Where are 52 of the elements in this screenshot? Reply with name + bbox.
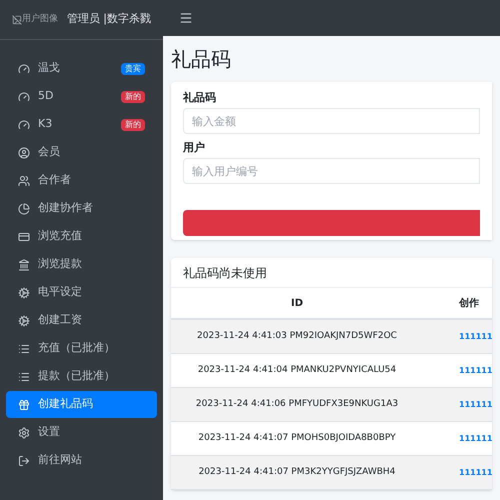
users-icon (18, 174, 30, 186)
badge: 贵宾 (121, 62, 145, 74)
sidebar-item[interactable]: 浏览提款 (6, 251, 157, 278)
input-field[interactable]: 输入用户编号 (183, 158, 480, 184)
gears-icon (18, 286, 30, 298)
table-cell-text: 2023-11-24 4:41:07 PMOHS0BJOIDA8B0BPY (197, 432, 397, 445)
badge: 新的 (121, 118, 145, 130)
sidebar-item[interactable]: 前往网站 (6, 447, 157, 474)
field-label: 礼品码 (183, 90, 217, 106)
pie-chart-icon (18, 202, 30, 214)
creator-link[interactable]: 111111 (423, 432, 492, 444)
user-circle-icon (18, 146, 30, 158)
gauge-icon (18, 118, 30, 130)
brand-title: 管理员 |数字杀戮 (66, 11, 151, 28)
table-cell-text: 2023-11-24 4:41:07 PM3K2YYGFJSJZAWBH4 (198, 466, 396, 479)
input-field[interactable]: 输入金额 (183, 108, 480, 134)
broken-logo-image: 用户图像 (12, 12, 59, 26)
sidebar-item[interactable]: 充值（已批准） (6, 335, 157, 362)
gift-icon (18, 398, 30, 410)
sidebar-item[interactable]: 浏览充值 (6, 223, 157, 250)
sidebar-item[interactable]: 5D 新的 (6, 83, 157, 110)
sidebar-item[interactable]: K3 新的 (6, 111, 157, 138)
logout-icon (18, 454, 30, 466)
creator-link[interactable]: 111111 (423, 466, 492, 478)
gauge-icon (18, 62, 30, 74)
creator-link[interactable]: 111111 (423, 364, 492, 376)
bank-icon (18, 258, 30, 270)
sidebar-item[interactable]: 电平设定 (6, 279, 157, 306)
sidebar-item[interactable]: 提款（已批准） (6, 363, 157, 390)
creator-link[interactable]: 111111 (423, 330, 492, 342)
sidebar-item[interactable]: 创建礼品码 (6, 391, 157, 418)
column-header: 创作 (458, 296, 480, 310)
table-cell-text: 2023-11-24 4:41:04 PMANKU2PVNYICALU54 (196, 364, 398, 377)
sidebar-item[interactable]: 创建协作者 (6, 195, 157, 222)
badge: 新的 (121, 90, 145, 102)
menu-icon[interactable] (179, 11, 193, 25)
page-title: 礼品码 (171, 46, 232, 73)
table-cell-text: 2023-11-24 4:41:03 PM92IOAKJN7D5WF2OC (196, 330, 398, 343)
field-label: 用户 (183, 140, 206, 156)
sidebar-item[interactable]: 合作者 (6, 167, 157, 194)
credit-card-icon (18, 230, 30, 242)
settings-icon (18, 426, 30, 438)
gauge-icon (18, 90, 30, 102)
sidebar-item[interactable]: 设置 (6, 419, 157, 446)
sidebar-item[interactable]: 创建工资 (6, 307, 157, 334)
table-cell-text: 2023-11-24 4:41:06 PMFYUDFX3E9NKUG1A3 (194, 398, 400, 411)
gears-icon (18, 314, 30, 326)
column-header: ID (290, 296, 304, 310)
sidebar-item[interactable]: 温戈 贵宾 (6, 55, 157, 82)
creator-link[interactable]: 111111 (423, 398, 492, 410)
card-title: 礼品码尚未使用 (171, 258, 492, 288)
sidebar-item[interactable]: 会员 (6, 139, 157, 166)
